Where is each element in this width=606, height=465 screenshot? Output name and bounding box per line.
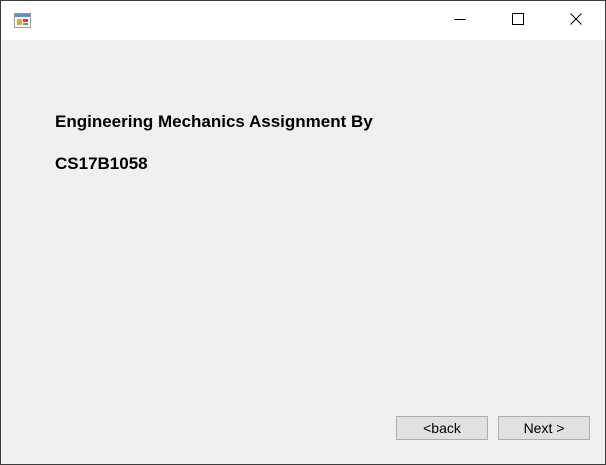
student-id-label: CS17B1058 (55, 154, 148, 173)
assignment-title-label: Engineering Mechanics Assignment By (55, 112, 373, 131)
app-form-icon[interactable] (14, 13, 31, 28)
minimize-icon (454, 12, 466, 30)
close-icon (570, 12, 582, 30)
maximize-icon (512, 12, 524, 30)
title-bar[interactable] (1, 1, 605, 40)
close-button[interactable] (547, 1, 605, 40)
next-button[interactable]: Next > (498, 416, 590, 440)
form-client-area: Engineering Mechanics Assignment By CS17… (1, 40, 605, 464)
back-button[interactable]: <back (396, 416, 488, 440)
minimize-button[interactable] (431, 1, 489, 40)
maximize-button[interactable] (489, 1, 547, 40)
app-window: Engineering Mechanics Assignment By CS17… (0, 0, 606, 465)
